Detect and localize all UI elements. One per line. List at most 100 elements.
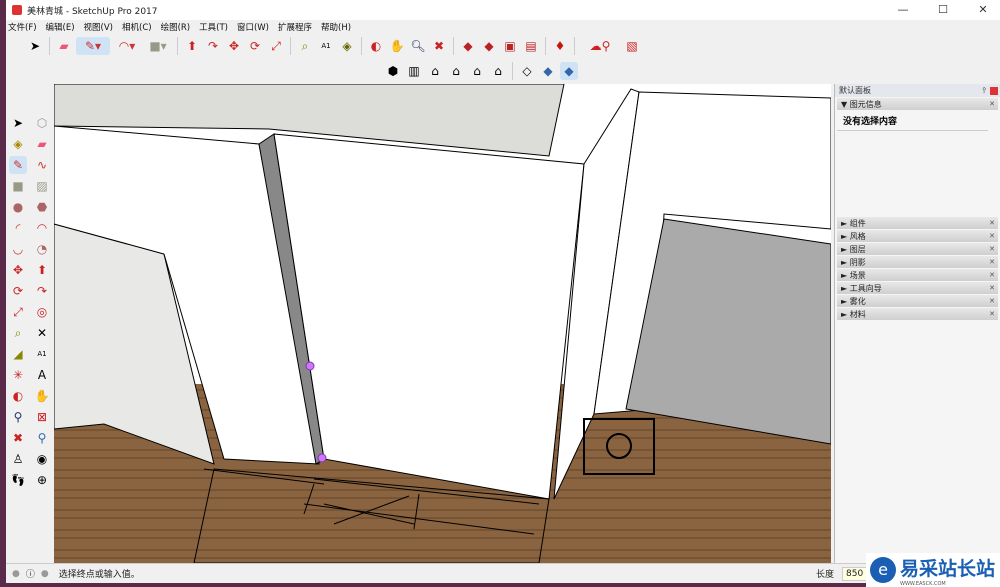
warehouse-icon[interactable]: ◆ xyxy=(459,37,477,55)
menu-extensions[interactable]: 扩展程序 xyxy=(278,21,312,33)
pencil-icon[interactable]: ✎▾ xyxy=(76,37,110,55)
status-hint: 选择终点或输入值。 xyxy=(58,570,140,580)
section-plane-icon[interactable]: ⊕ xyxy=(33,471,51,489)
view-left-icon[interactable]: ⌂ xyxy=(489,62,507,80)
zoom-extents-icon[interactable]: ✖ xyxy=(430,37,448,55)
rectangle-tool-icon[interactable]: ■ xyxy=(9,177,27,195)
layout-icon[interactable]: ▤ xyxy=(522,37,540,55)
menu-edit[interactable]: 编辑(E) xyxy=(46,21,75,33)
section-styles[interactable]: ► 风格 ✕ xyxy=(837,230,998,242)
menu-help[interactable]: 帮助(H) xyxy=(321,21,351,33)
menu-file[interactable]: 文件(F) xyxy=(8,21,37,33)
previous-view-icon[interactable]: ⚲ xyxy=(33,429,51,447)
pan-tool-icon[interactable]: ✋ xyxy=(33,387,51,405)
section-shadows[interactable]: ► 阴影 ✕ xyxy=(837,256,998,268)
watermark-sub: WWW.EASCK.COM xyxy=(900,580,946,587)
pin-icon[interactable]: ⫯ xyxy=(983,86,986,96)
2pt-arc-icon[interactable]: ◠ xyxy=(33,219,51,237)
model-viewport[interactable] xyxy=(54,84,831,563)
parallel-projection-icon[interactable]: ◇ xyxy=(518,62,536,80)
scale-icon[interactable]: ⤢ xyxy=(267,37,285,55)
geo-location-icon[interactable]: ● xyxy=(12,569,20,579)
position-camera-icon[interactable]: ♙ xyxy=(9,450,27,468)
follow-me-tool-icon[interactable]: ↷ xyxy=(33,282,51,300)
offset-icon[interactable]: ◎ xyxy=(33,303,51,321)
dimension-icon[interactable]: ✕ xyxy=(33,324,51,342)
component-icon[interactable]: ⬡ xyxy=(33,114,51,132)
paint-bucket-icon[interactable]: ◈ xyxy=(338,37,356,55)
line-tool-icon[interactable]: ✎ xyxy=(9,156,27,174)
walk-icon[interactable]: 👣︎ xyxy=(9,471,27,489)
text-tool-icon[interactable]: A1 xyxy=(33,345,51,363)
orbit-tool-icon[interactable]: ◐ xyxy=(9,387,27,405)
tray-close-icon[interactable] xyxy=(990,86,998,95)
select-icon[interactable]: ➤ xyxy=(26,37,44,55)
polygon-icon[interactable]: ⬣ xyxy=(33,198,51,216)
push-pull-tool-icon[interactable]: ⬆ xyxy=(33,261,51,279)
minimize-button[interactable]: — xyxy=(886,0,920,20)
eraser-tool-icon[interactable]: ▰ xyxy=(33,135,51,153)
3d-text-icon[interactable]: A xyxy=(33,366,51,384)
pan-icon[interactable]: ✋ xyxy=(388,37,406,55)
rectangle-icon[interactable]: ■▾ xyxy=(144,37,172,55)
length-input[interactable]: 850 xyxy=(842,566,868,581)
menu-tools[interactable]: 工具(T) xyxy=(199,21,228,33)
view-front-icon[interactable]: ⌂ xyxy=(426,62,444,80)
arc-icon[interactable]: ◠▾ xyxy=(113,37,141,55)
eraser-icon[interactable]: ▰ xyxy=(55,37,73,55)
follow-me-icon[interactable]: ↷ xyxy=(204,37,222,55)
rotate-icon[interactable]: ⟳ xyxy=(246,37,264,55)
view-top-icon[interactable]: ▥ xyxy=(405,62,423,80)
zoom-extents-tool-icon[interactable]: ✖ xyxy=(9,429,27,447)
move-tool-icon[interactable]: ✥ xyxy=(9,261,27,279)
move-icon[interactable]: ✥ xyxy=(225,37,243,55)
view-iso-icon[interactable]: ⬢ xyxy=(384,62,402,80)
select-tool-icon[interactable]: ➤ xyxy=(9,114,27,132)
user-icon[interactable]: ● xyxy=(41,569,49,579)
freehand-icon[interactable]: ∿ xyxy=(33,156,51,174)
section-fog[interactable]: ► 雾化 ✕ xyxy=(837,295,998,307)
arc-tool-icon[interactable]: ◜ xyxy=(9,219,27,237)
look-around-icon[interactable]: ◉ xyxy=(33,450,51,468)
tape-measure-icon[interactable]: ⌕ xyxy=(296,37,314,55)
rotate-tool-icon[interactable]: ⟳ xyxy=(9,282,27,300)
scale-tool-icon[interactable]: ⤢ xyxy=(9,303,27,321)
xray-icon[interactable]: ◆ xyxy=(560,62,578,80)
zoom-tool-icon[interactable]: ⚲ xyxy=(9,408,27,426)
circle-icon[interactable]: ● xyxy=(9,198,27,216)
zoom-icon[interactable]: 🔍︎ xyxy=(409,37,427,55)
view-right-icon[interactable]: ⌂ xyxy=(447,62,465,80)
pie-icon[interactable]: ◔ xyxy=(33,240,51,258)
ruby-icon[interactable]: ♦ xyxy=(551,37,569,55)
3d-warehouse-icon[interactable]: ☁⚲ xyxy=(580,37,620,55)
entity-info-header[interactable]: ▼ 图元信息 ✕ xyxy=(837,98,998,110)
perspective-icon[interactable]: ◆ xyxy=(539,62,557,80)
protractor-icon[interactable]: ◢ xyxy=(9,345,27,363)
section-instructor[interactable]: ► 工具向导 ✕ xyxy=(837,282,998,294)
3pt-arc-icon[interactable]: ◡ xyxy=(9,240,27,258)
menu-window[interactable]: 窗口(W) xyxy=(237,21,269,33)
section-scenes[interactable]: ► 场景 ✕ xyxy=(837,269,998,281)
credits-icon[interactable]: ⓘ xyxy=(26,567,35,580)
maximize-button[interactable]: ☐ xyxy=(926,0,960,20)
zoom-window-icon[interactable]: ⊠ xyxy=(33,408,51,426)
send-to-layout-icon[interactable]: ▧ xyxy=(623,37,641,55)
section-materials[interactable]: ► 材料 ✕ xyxy=(837,308,998,320)
section-components[interactable]: ► 组件 ✕ xyxy=(837,217,998,229)
orbit-icon[interactable]: ◐ xyxy=(367,37,385,55)
text-icon[interactable]: A1 xyxy=(317,37,335,55)
menu-draw[interactable]: 绘图(R) xyxy=(161,21,191,33)
tape-tool-icon[interactable]: ⌕ xyxy=(9,324,27,342)
menu-view[interactable]: 视图(V) xyxy=(84,21,113,33)
close-button[interactable]: ✕ xyxy=(966,0,1000,20)
menu-camera[interactable]: 相机(C) xyxy=(122,21,152,33)
paint-icon[interactable]: ◈ xyxy=(9,135,27,153)
extension-warehouse-icon[interactable]: ◆ xyxy=(480,37,498,55)
no-selection-text: 没有选择内容 xyxy=(837,111,988,131)
push-pull-icon[interactable]: ⬆ xyxy=(183,37,201,55)
view-back-icon[interactable]: ⌂ xyxy=(468,62,486,80)
rotated-rectangle-icon[interactable]: ▨ xyxy=(33,177,51,195)
share-model-icon[interactable]: ▣ xyxy=(501,37,519,55)
section-layers[interactable]: ► 图层 ✕ xyxy=(837,243,998,255)
axes-icon[interactable]: ✳ xyxy=(9,366,27,384)
